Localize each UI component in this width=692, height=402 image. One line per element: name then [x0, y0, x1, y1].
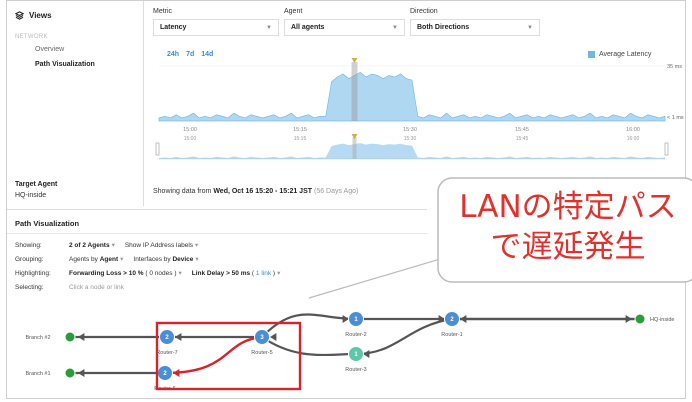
node-label: Router-2 — [345, 332, 366, 338]
arrow-icon — [460, 315, 467, 323]
highlight-box — [155, 321, 302, 391]
node-label: Router-7 — [156, 350, 177, 356]
node-label: Branch #1 — [25, 371, 50, 377]
node-label: HQ-inside — [650, 317, 674, 323]
callout-bubble: LANの特定パス で遅延発生 — [435, 175, 692, 291]
node-label: Branch #2 — [25, 335, 50, 341]
callout-line-2: で遅延発生 — [490, 229, 646, 265]
link-router3-router1 — [355, 317, 453, 356]
callout-line-1: LANの特定パス — [459, 189, 677, 225]
node-label: Router-1 — [441, 332, 462, 338]
link-router5-router6-delay — [164, 335, 263, 375]
arrow-icon — [175, 333, 182, 341]
arrow-icon — [625, 315, 632, 323]
arrow-icon — [78, 369, 85, 377]
arrow-icon — [270, 333, 277, 341]
node-label: Router-3 — [345, 367, 366, 373]
callout-text: LANの特定パス で遅延発生 — [435, 187, 692, 267]
node-label: Router-5 — [251, 350, 272, 356]
agent-node — [64, 367, 76, 379]
agent-node — [634, 313, 646, 325]
arrow-icon — [173, 369, 180, 377]
arrow-icon — [78, 333, 85, 341]
app-frame: Views NETWORK Overview Path Visualizatio… — [6, 0, 692, 399]
agent-node — [64, 331, 76, 343]
